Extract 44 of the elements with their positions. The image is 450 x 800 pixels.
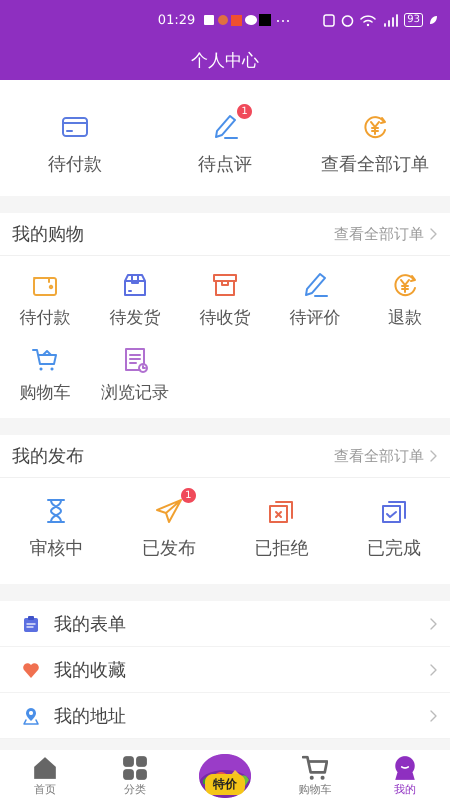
order-shortcut[interactable]: 购物车 [0, 345, 90, 404]
menu-row[interactable]: 我的表单 [0, 601, 450, 647]
nav-tab[interactable]: 首页 [0, 750, 90, 800]
cart-icon [302, 755, 328, 781]
order-shortcut[interactable]: 待评价 [270, 270, 360, 329]
chevron-icon [428, 708, 438, 722]
section-title: 我的发布 [12, 445, 84, 468]
order-shortcut[interactable]: 审核中 [0, 488, 112, 560]
nav-tab[interactable]: 我的 [360, 750, 450, 800]
order-shortcut[interactable]: 退款 [360, 270, 450, 329]
order-shortcut[interactable]: 待付款 [0, 270, 90, 329]
battery-indicator: 93 [404, 13, 423, 27]
chevron-icon [428, 616, 438, 630]
order-shortcut[interactable]: 已完成 [338, 488, 450, 560]
clipboard-icon [22, 614, 40, 632]
paper-plane-icon [154, 496, 184, 526]
section-title: 我的购物 [12, 223, 84, 246]
chevron-icon [428, 227, 438, 241]
nav-tab[interactable]: 分类 [90, 750, 180, 800]
menu-row[interactable]: 我的收藏 [0, 647, 450, 693]
leaf-icon [429, 15, 438, 25]
order-shortcut[interactable]: 待收货 [180, 270, 270, 329]
order-shortcut[interactable]: 待付款 [0, 104, 150, 176]
count-badge: 1 [237, 104, 252, 119]
count-badge: 1 [180, 488, 196, 503]
order-shortcut[interactable]: 待发货 [90, 270, 180, 329]
status-time: 01:29 [158, 12, 196, 28]
chevron-icon [428, 662, 438, 676]
heart-icon [22, 660, 40, 678]
page-title: 个人中心 [190, 50, 260, 72]
grid-icon [122, 755, 148, 781]
location-pin-icon [22, 706, 40, 724]
nav-tab[interactable]: 购物车 [270, 750, 360, 800]
chevron-icon [428, 449, 438, 463]
promo-tab[interactable]: 特价 [180, 750, 270, 800]
home-icon [32, 755, 58, 781]
order-shortcut[interactable]: 浏览记录 [90, 345, 180, 404]
order-shortcut[interactable]: 已拒绝 [225, 488, 338, 560]
order-shortcut[interactable]: 1 待点评 [150, 104, 300, 176]
wifi-icon [360, 14, 376, 26]
order-shortcut[interactable]: 1 已发布 [112, 488, 225, 560]
signal-icon [382, 14, 398, 26]
menu-row[interactable]: 我的地址 [0, 693, 450, 739]
order-shortcut[interactable]: 查看全部订单 [300, 104, 450, 176]
